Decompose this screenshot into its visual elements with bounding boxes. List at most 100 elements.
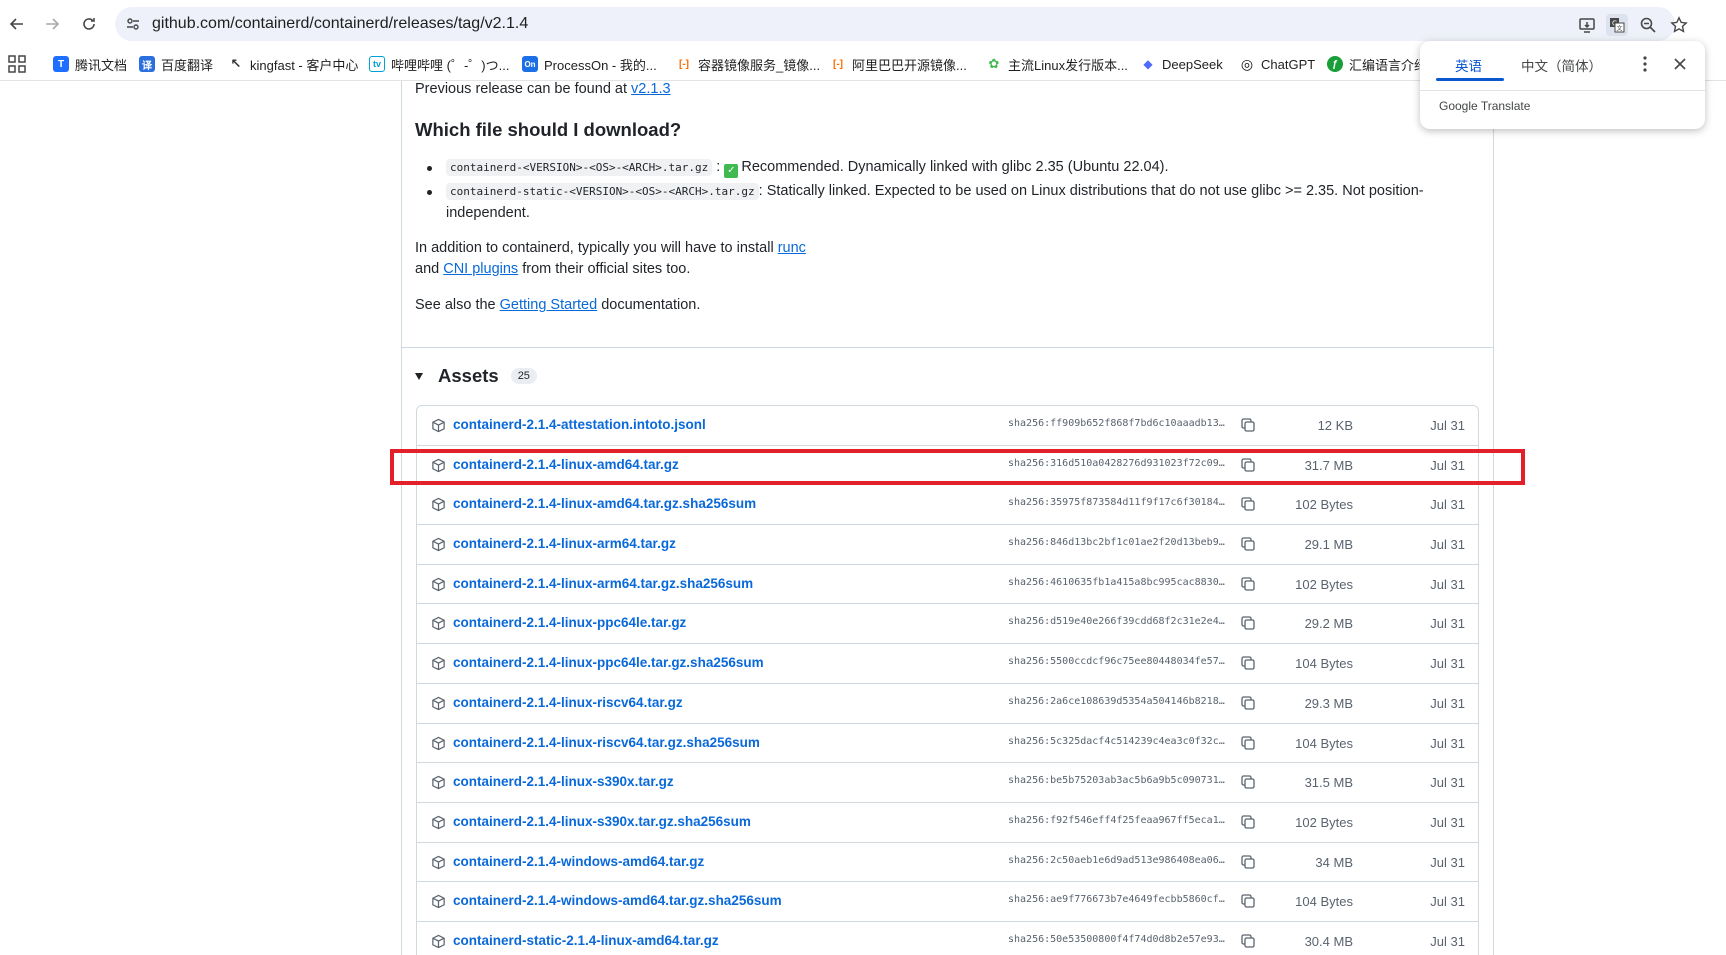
asset-date: Jul 31 [1430,497,1465,513]
asset-size: 29.3 MB [1304,695,1353,711]
back-icon[interactable] [5,12,29,36]
copy-icon[interactable] [1240,457,1256,473]
reload-icon[interactable] [77,12,101,36]
package-icon [431,894,446,909]
asset-date: Jul 31 [1430,656,1465,672]
asset-row: containerd-2.1.4-windows-amd64.tar.gz.sh… [417,882,1478,922]
bookmark-star-icon[interactable] [1668,14,1690,36]
asset-size: 12 KB [1317,418,1353,433]
forward-icon[interactable] [40,12,64,36]
asset-date: Jul 31 [1430,418,1465,433]
assets-summary[interactable]: Assets 25 [415,365,537,387]
copy-icon[interactable] [1240,576,1256,592]
copy-icon[interactable] [1240,893,1256,909]
asset-date: Jul 31 [1430,457,1465,473]
install-app-icon[interactable] [1576,14,1598,36]
bookmark-item[interactable]: ◎ ChatGPT [1239,53,1315,75]
asset-row: containerd-2.1.4-attestation.intoto.json… [417,406,1478,446]
getting-started-link[interactable]: Getting Started [500,297,598,313]
asset-row: containerd-2.1.4-windows-amd64.tar.gz sha… [417,843,1478,883]
more-options-icon[interactable] [1637,54,1653,74]
code-dynamic-filename: containerd-<VERSION>-<OS>-<ARCH>.tar.gz [446,159,713,176]
runc-line: In addition to containerd, typically you… [415,240,806,256]
asset-row: containerd-2.1.4-linux-s390x.tar.gz sha25… [417,763,1478,803]
bookmark-item[interactable]: T 腾讯文档 [53,53,127,75]
asset-download-link[interactable]: containerd-2.1.4-windows-amd64.tar.gz [453,854,704,869]
bullet-static: containerd-static-<VERSION>-<OS>-<ARCH>.… [446,181,1424,202]
getting-started-line: See also the Getting Started documentati… [415,297,701,313]
close-icon[interactable] [1672,56,1688,72]
asset-download-link[interactable]: containerd-2.1.4-linux-amd64.tar.gz.sha2… [453,496,756,511]
package-icon [431,537,446,552]
address-bar[interactable]: github.com/containerd/containerd/release… [115,7,1688,41]
copy-icon[interactable] [1240,536,1256,552]
bookmark-item[interactable]: tv 哔哩哔哩 (゜-゜)つ... [369,53,509,75]
translate-target-tab[interactable]: 中文（简体） [1521,55,1602,75]
copy-icon[interactable] [1240,933,1256,949]
copy-icon[interactable] [1240,774,1256,790]
translate-source-tab[interactable]: 英语 [1455,55,1482,75]
package-icon [431,855,446,870]
asset-date: Jul 31 [1430,735,1465,751]
asset-download-link[interactable]: containerd-2.1.4-linux-ppc64le.tar.gz [453,615,686,630]
asset-date: Jul 31 [1430,616,1465,632]
asset-size: 104 Bytes [1295,735,1353,751]
asset-row: containerd-2.1.4-linux-riscv64.tar.gz.sh… [417,724,1478,764]
asset-download-link[interactable]: containerd-2.1.4-attestation.intoto.json… [453,417,706,432]
copy-icon[interactable] [1240,655,1256,671]
asset-download-link[interactable]: containerd-2.1.4-linux-ppc64le.tar.gz.sh… [453,655,764,670]
package-icon [431,736,446,751]
bookmark-item[interactable]: [-] 容器镜像服务_镜像... [676,53,820,75]
asset-sha256: sha256:4610635fb1a415a8bc995cac88305... [1008,576,1228,588]
bookmark-item[interactable]: ◆ DeepSeek [1140,53,1222,75]
runc-link[interactable]: runc [778,240,806,256]
aliyun-icon: [-] [679,58,689,70]
bookmark-item[interactable]: ✿ 主流Linux发行版本... [986,53,1128,75]
copy-icon[interactable] [1240,854,1256,870]
asset-sha256: sha256:be5b75203ab3ac5b6a9b5c0907315... [1008,775,1228,787]
asset-sha256: sha256:2c50aeb1e6d9ad513e986408ea066... [1008,854,1228,866]
asset-sha256: sha256:d519e40e266f39cdd68f2c31e2e4e... [1008,616,1228,628]
asset-date: Jul 31 [1430,854,1465,870]
asset-download-link[interactable]: containerd-2.1.4-linux-riscv64.tar.gz [453,695,683,710]
asset-download-link[interactable]: containerd-2.1.4-linux-arm64.tar.gz.sha2… [453,576,753,591]
bookmark-item[interactable]: 译百度翻译 [139,53,213,75]
asset-size: 104 Bytes [1295,894,1353,910]
asset-download-link[interactable]: containerd-2.1.4-linux-arm64.tar.gz [453,536,676,551]
asset-size: 30.4 MB [1304,933,1353,949]
check-icon: ✓ [724,163,739,178]
which-file-heading: Which file should I download? [415,119,682,140]
copy-icon[interactable] [1240,814,1256,830]
zoom-icon[interactable] [1637,14,1659,36]
previous-release-link[interactable]: v2.1.3 [631,81,671,97]
bookmark-item[interactable]: [-] 阿里巴巴开源镜像... [830,53,967,75]
cni-plugins-link[interactable]: CNI plugins [443,261,518,277]
asset-download-link[interactable]: containerd-2.1.4-linux-s390x.tar.gz [453,774,674,789]
apps-grid-icon[interactable] [8,55,26,73]
copy-icon[interactable] [1240,417,1256,433]
bookmark-item[interactable]: ƒ 汇编语言介绍 [1327,53,1427,75]
asset-row: containerd-2.1.4-linux-ppc64le.tar.gz sha… [417,604,1478,645]
asset-date: Jul 31 [1430,814,1465,830]
copy-icon[interactable] [1240,695,1256,711]
asset-row: containerd-2.1.4-linux-s390x.tar.gz.sha2… [417,803,1478,843]
site-info-icon[interactable] [123,14,143,34]
asset-size: 29.1 MB [1304,537,1353,553]
copy-icon[interactable] [1240,615,1256,631]
asset-download-link[interactable]: containerd-2.1.4-linux-amd64.tar.gz [453,457,679,472]
asset-download-link[interactable]: containerd-2.1.4-windows-amd64.tar.gz.sh… [453,893,782,908]
asset-download-link[interactable]: containerd-2.1.4-linux-riscv64.tar.gz.sh… [453,735,760,750]
bookmark-item[interactable]: ↖ kingfast - 客户中心 [228,53,359,75]
bookmark-item[interactable]: On ProcessOn - 我的... [522,53,657,75]
asset-download-link[interactable]: containerd-static-2.1.4-linux-amd64.tar.… [453,933,719,948]
copy-icon[interactable] [1240,496,1256,512]
package-icon [431,497,446,512]
translate-icon[interactable]: G文 [1606,14,1628,36]
asset-download-link[interactable]: containerd-2.1.4-linux-s390x.tar.gz.sha2… [453,814,751,829]
package-icon [431,458,446,473]
asset-size: 102 Bytes [1295,497,1353,513]
divider [401,347,1494,348]
url-text[interactable]: github.com/containerd/containerd/release… [152,15,528,33]
copy-icon[interactable] [1240,735,1256,751]
asset-size: 104 Bytes [1295,656,1353,672]
